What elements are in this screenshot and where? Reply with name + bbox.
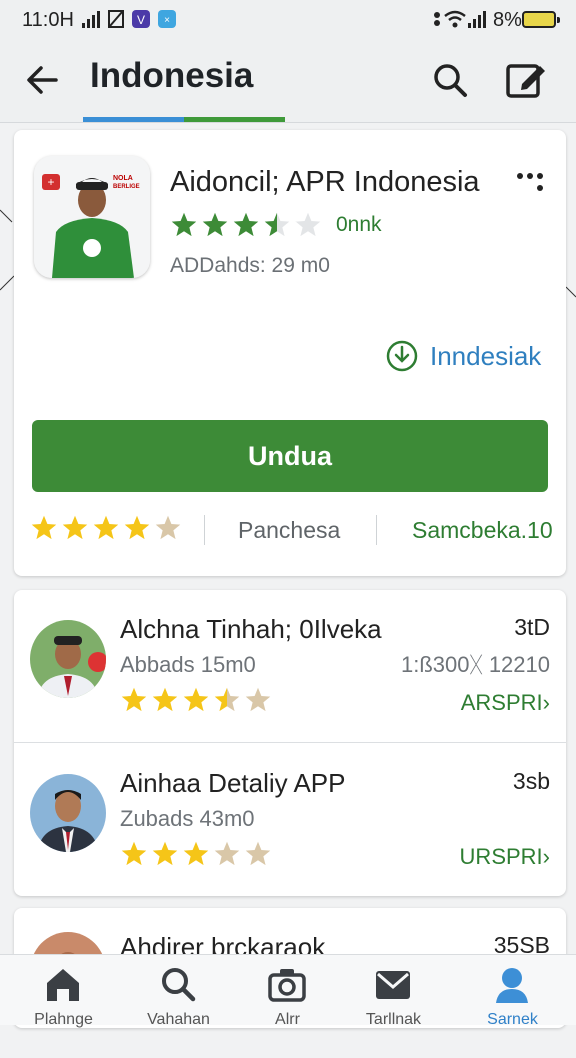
card-footer: Panchesa Samcbeka.10	[14, 500, 566, 562]
list-item-action[interactable]: URSPRI›	[460, 844, 550, 870]
rating-stars	[170, 211, 322, 239]
nav-item-home[interactable]: Plahnge	[6, 955, 121, 1028]
star-icon	[121, 841, 147, 866]
app-list-card: Alchna Tinhah; 0Ilveka Abbads 15m0 3tD 1…	[14, 590, 566, 896]
star-icon	[233, 212, 259, 237]
divider	[0, 122, 576, 123]
list-item-size: Abbads 15m0	[120, 652, 256, 677]
footer-label[interactable]: Panchesa	[238, 517, 340, 544]
profile-icon	[496, 968, 528, 1003]
bottom-navigation: Plahnge Vahahan Alrr Tarllnak Sarnek	[0, 954, 576, 1028]
camera-icon	[268, 969, 306, 1002]
edit-icon[interactable]	[504, 58, 548, 102]
status-time: 11:0H	[22, 9, 74, 31]
svg-text:+: +	[47, 175, 54, 189]
dots-indicator-icon	[434, 12, 440, 26]
star-icon	[62, 515, 88, 540]
download-icon	[386, 340, 418, 372]
no-sim-icon	[108, 10, 124, 28]
star-icon	[155, 515, 181, 540]
divider	[376, 515, 377, 545]
divider	[14, 742, 566, 743]
featured-app-card[interactable]: + NOLA BERLIGE Aidoncil; APR Indonesia 0…	[14, 130, 566, 576]
vpn-icon: V	[132, 10, 150, 28]
cell-signal-2-icon	[468, 10, 486, 28]
footer-rating-stars	[30, 514, 182, 542]
list-item-size-badge: 3tD	[514, 614, 550, 640]
nav-item-profile[interactable]: Sarnek	[455, 955, 570, 1028]
star-icon	[183, 841, 209, 866]
rating-count: 0nnk	[336, 213, 382, 236]
star-icon	[295, 212, 321, 237]
list-item-name: Alchna Tinhah; 0Ilveka	[120, 614, 382, 644]
list-item-action-label: ARSPRI	[460, 690, 543, 715]
star-icon	[124, 515, 150, 540]
star-icon	[245, 687, 271, 712]
star-icon	[214, 687, 240, 712]
footer-link[interactable]: Samcbeka.10	[412, 517, 553, 544]
download-link-label: Inndesiak	[430, 340, 542, 371]
list-item-size: Zubads 43m0	[120, 806, 255, 831]
list-item-rating	[120, 686, 272, 714]
search-icon[interactable]	[430, 60, 470, 100]
star-icon	[152, 687, 178, 712]
nav-item-label: Vahahan	[147, 1011, 210, 1028]
star-icon	[31, 515, 57, 540]
more-options-icon[interactable]	[516, 170, 546, 196]
star-icon	[245, 841, 271, 866]
nav-item-label: Plahnge	[34, 1011, 93, 1028]
app-subtitle: ADDahds: 29 m0	[170, 254, 330, 277]
list-item-meta: 1:ß300ᚷ 12210	[401, 652, 550, 677]
avatar	[30, 774, 106, 852]
battery-icon	[522, 11, 560, 28]
avatar	[30, 620, 106, 698]
battery-percent: 8%	[493, 9, 522, 31]
nav-item-label: Sarnek	[487, 1011, 538, 1028]
divider	[204, 515, 205, 545]
nav-item-label: Tarllnak	[365, 1011, 422, 1028]
mail-icon	[376, 971, 410, 999]
star-icon	[183, 687, 209, 712]
wifi-icon	[444, 10, 466, 28]
chevron-right-icon: ›	[542, 690, 550, 715]
install-button[interactable]: Undua	[32, 420, 548, 492]
app-name: Aidoncil; APR Indonesia	[170, 166, 480, 198]
list-item-rating	[120, 840, 272, 868]
list-item[interactable]: Alchna Tinhah; 0Ilveka Abbads 15m0 3tD 1…	[14, 590, 566, 740]
home-icon	[47, 969, 79, 1001]
list-item-action[interactable]: ARSPRI›	[461, 690, 550, 716]
status-bar: 11:0H V × 8%	[0, 0, 576, 40]
star-icon	[152, 841, 178, 866]
star-icon	[121, 687, 147, 712]
nav-item-mail[interactable]: Tarllnak	[336, 955, 451, 1028]
app-bar: Indonesia	[0, 40, 576, 122]
search-icon	[162, 968, 196, 1002]
star-icon	[93, 515, 119, 540]
back-arrow-icon[interactable]	[22, 60, 62, 100]
list-item-action-label: URSPRI	[459, 844, 543, 869]
star-icon	[202, 212, 228, 237]
svg-text:V: V	[137, 13, 145, 27]
list-item-size-badge: 3sb	[512, 768, 550, 794]
download-link[interactable]: Inndesiak	[386, 340, 541, 372]
app-notification-icon: ×	[158, 10, 176, 28]
cell-signal-icon	[82, 10, 100, 28]
chevron-right-icon: ›	[542, 844, 550, 869]
list-item[interactable]: Ainhaa Detaliy APP Zubads 43m0 3sb URSPR…	[14, 744, 566, 894]
svg-text:BERLIGE: BERLIGE	[113, 184, 140, 190]
star-icon	[171, 212, 197, 237]
nav-item-label: Alrr	[275, 1011, 300, 1028]
app-icon[interactable]: + NOLA BERLIGE	[34, 156, 150, 278]
app-icon-badge-text: NOLA	[113, 175, 133, 182]
star-icon	[214, 841, 240, 866]
svg-text:×: ×	[164, 15, 170, 26]
nav-item-camera[interactable]: Alrr	[230, 955, 345, 1028]
nav-item-search[interactable]: Vahahan	[121, 955, 236, 1028]
star-icon	[264, 212, 290, 237]
list-item-name: Ainhaa Detaliy APP	[120, 768, 346, 798]
page-title: Indonesia	[90, 56, 254, 95]
app-rating: 0nnk	[170, 210, 382, 240]
